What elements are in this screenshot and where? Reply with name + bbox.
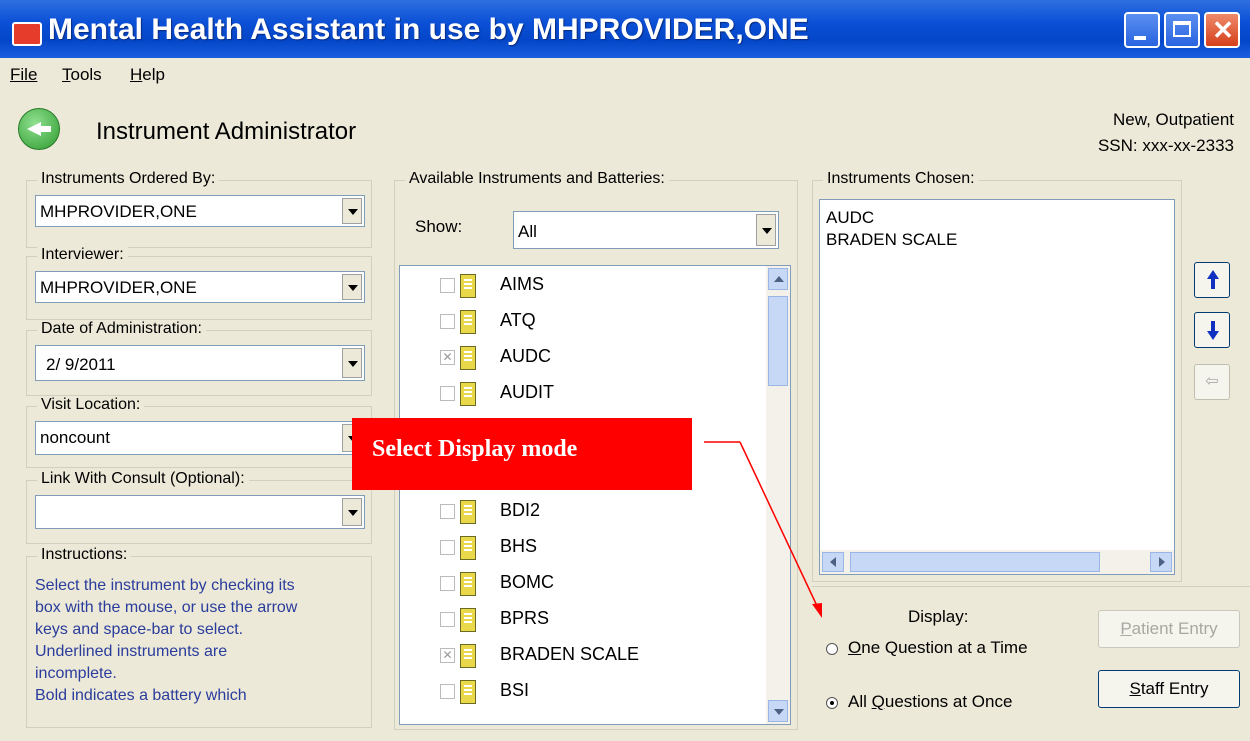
annotation-arrow [704, 441, 822, 618]
